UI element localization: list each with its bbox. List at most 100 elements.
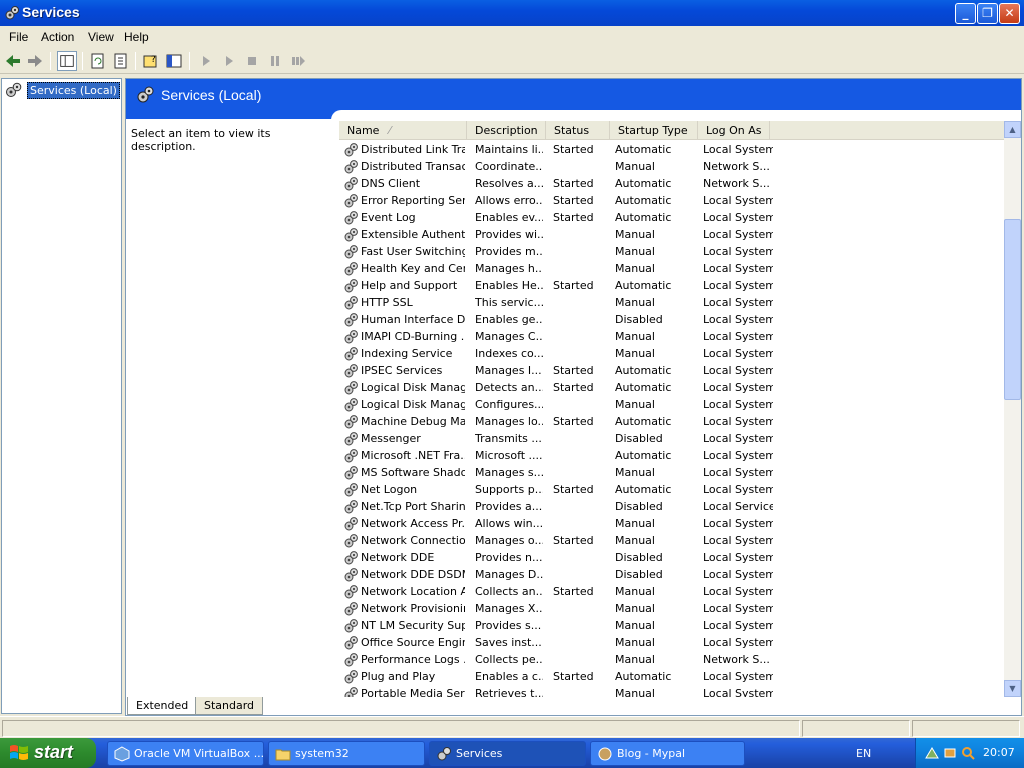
forward-arrow-icon[interactable] [25, 51, 45, 71]
service-row[interactable]: Help and Support Enables He... Started Auto… [339, 277, 1007, 294]
service-row[interactable]: NT LM Security Sup... Provides s... Manual… [339, 617, 1007, 634]
service-row[interactable]: Messenger Transmits ... Disabled Local Syst… [339, 430, 1007, 447]
column-header-name[interactable]: Name ⁄ [339, 121, 467, 140]
title-bar[interactable]: Services _ ❐ ✕ [0, 0, 1024, 26]
scroll-up-button[interactable]: ▲ [1004, 121, 1021, 138]
minimize-button[interactable]: _ [955, 3, 976, 24]
service-row[interactable]: Portable Media Seri... Retrieves t... Manu… [339, 685, 1007, 697]
service-row[interactable]: Microsoft .NET Fra... Microsoft .... Autom… [339, 447, 1007, 464]
menu-view[interactable]: View [88, 30, 114, 44]
service-row[interactable]: Error Reporting Ser... Allows erro... Star… [339, 192, 1007, 209]
service-description: Configures... [475, 398, 543, 411]
service-log-on-as: Local System [703, 568, 773, 581]
vertical-scrollbar[interactable]: ▲ ▼ [1004, 121, 1021, 697]
start-button[interactable]: start [0, 738, 96, 768]
help-icon[interactable]: ? [141, 51, 161, 71]
service-startup-type: Manual [615, 619, 655, 632]
service-gear-icon [344, 194, 358, 208]
service-row[interactable]: DNS Client Resolves a... Started Automatic N… [339, 175, 1007, 192]
service-row[interactable]: Event Log Enables ev... Started Automatic Lo… [339, 209, 1007, 226]
svg-text:?: ? [151, 55, 156, 65]
console-tree[interactable]: Services (Local) [1, 78, 122, 714]
service-row[interactable]: Plug and Play Enables a c... Started Automa… [339, 668, 1007, 685]
service-row[interactable]: Human Interface D... Enables ge... Disable… [339, 311, 1007, 328]
service-name: Performance Logs ... [361, 653, 465, 666]
network-tray-icon[interactable] [924, 745, 940, 761]
service-row[interactable]: Performance Logs ... Collects pe... Manual… [339, 651, 1007, 668]
service-row[interactable]: Fast User Switching... Provides m... Manua… [339, 243, 1007, 260]
task-services[interactable]: Services [429, 741, 586, 766]
column-header-startup-type[interactable]: Startup Type [610, 121, 698, 140]
search-tray-icon[interactable] [960, 745, 976, 761]
service-row[interactable]: HTTP SSL This servic... Manual Local System [339, 294, 1007, 311]
service-status: Started [553, 670, 594, 683]
column-header-log-on-as[interactable]: Log On As [698, 121, 770, 140]
service-gear-icon [344, 636, 358, 650]
service-row[interactable]: Network Connections Manages o... Started Ma… [339, 532, 1007, 549]
service-row[interactable]: Net Logon Supports p... Started Automatic Lo… [339, 481, 1007, 498]
service-row[interactable]: Distributed Link Tra... Maintains li... St… [339, 141, 1007, 158]
service-row[interactable]: Logical Disk Manager Detects an... Started… [339, 379, 1007, 396]
tab-standard[interactable]: Standard [195, 697, 264, 715]
service-row[interactable]: Net.Tcp Port Sharin... Provides a... Disab… [339, 498, 1007, 515]
service-row[interactable]: Network DDE Provides n... Disabled Local Sy… [339, 549, 1007, 566]
service-row[interactable]: Network DDE DSDM Manages D... Disabled Loca… [339, 566, 1007, 583]
tab-extended[interactable]: Extended [127, 697, 198, 715]
service-row[interactable]: Distributed Transac... Coordinate... Manua… [339, 158, 1007, 175]
start-service-icon[interactable] [196, 51, 216, 71]
menu-help[interactable]: Help [124, 30, 149, 44]
service-startup-type: Automatic [615, 381, 672, 394]
service-gear-icon [344, 551, 358, 565]
scroll-thumb[interactable] [1004, 219, 1021, 400]
service-row[interactable]: IMAPI CD-Burning ... Manages C... Manual Lo… [339, 328, 1007, 345]
safely-remove-tray-icon[interactable] [942, 745, 958, 761]
menu-action[interactable]: Action [41, 30, 74, 44]
task-virtualbox[interactable]: Oracle VM VirtualBox ... [107, 741, 264, 766]
service-row[interactable]: Indexing Service Indexes co... Manual Local… [339, 345, 1007, 362]
properties-icon[interactable] [164, 51, 184, 71]
service-description: Transmits ... [475, 432, 542, 445]
service-row[interactable]: Office Source Engine Saves inst... Manual L… [339, 634, 1007, 651]
service-startup-type: Automatic [615, 483, 672, 496]
back-arrow-icon[interactable] [3, 51, 23, 71]
language-indicator[interactable]: EN [856, 747, 871, 760]
service-description: Allows win... [475, 517, 543, 530]
service-row[interactable]: IPSEC Services Manages I... Started Automat… [339, 362, 1007, 379]
clock[interactable]: 20:07 [983, 746, 1015, 759]
toolbar-separator [189, 52, 190, 70]
restart-service-icon[interactable] [288, 51, 308, 71]
services-gear-icon [137, 86, 154, 103]
service-name: Event Log [361, 211, 416, 224]
task-system32[interactable]: system32 [268, 741, 425, 766]
services-list[interactable]: Name ⁄ Description Status Startup Type L… [339, 121, 1021, 697]
status-cell [2, 720, 800, 737]
service-row[interactable]: Machine Debug Ma... Manages lo... Started A… [339, 413, 1007, 430]
menu-file[interactable]: File [9, 30, 28, 44]
refresh-icon[interactable] [88, 51, 108, 71]
service-row[interactable]: Network Access Pr... Allows win... Manual L… [339, 515, 1007, 532]
stop-service-icon[interactable] [242, 51, 262, 71]
pause-service-icon[interactable] [265, 51, 285, 71]
column-header-status[interactable]: Status [546, 121, 610, 140]
show-hide-console-tree-icon[interactable] [57, 51, 77, 71]
service-row[interactable]: Health Key and Cer... Manages h... Manual L… [339, 260, 1007, 277]
service-name: Portable Media Seri... [361, 687, 465, 697]
close-button[interactable]: ✕ [999, 3, 1020, 24]
scroll-down-button[interactable]: ▼ [1004, 680, 1021, 697]
task-blog-mypal[interactable]: Blog - Mypal [590, 741, 745, 766]
start-service-alt-icon[interactable] [219, 51, 239, 71]
service-row[interactable]: Network Location A... Collects an... Start… [339, 583, 1007, 600]
service-row[interactable]: Extensible Authenti... Provides wi... Manu… [339, 226, 1007, 243]
service-startup-type: Manual [615, 245, 655, 258]
service-row[interactable]: MS Software Shado... Manages s... Manual Lo… [339, 464, 1007, 481]
service-row[interactable]: Logical Disk Manag... Configures... Manual… [339, 396, 1007, 413]
service-row[interactable]: Network Provisionin... Manages X... Manual… [339, 600, 1007, 617]
service-startup-type: Automatic [615, 143, 672, 156]
service-startup-type: Disabled [615, 551, 663, 564]
export-list-icon[interactable] [111, 51, 131, 71]
column-header-label: Name [347, 124, 380, 137]
restore-button[interactable]: ❐ [977, 3, 998, 24]
service-description: This servic... [475, 296, 543, 309]
column-header-description[interactable]: Description [467, 121, 546, 140]
service-name: NT LM Security Sup... [361, 619, 465, 632]
